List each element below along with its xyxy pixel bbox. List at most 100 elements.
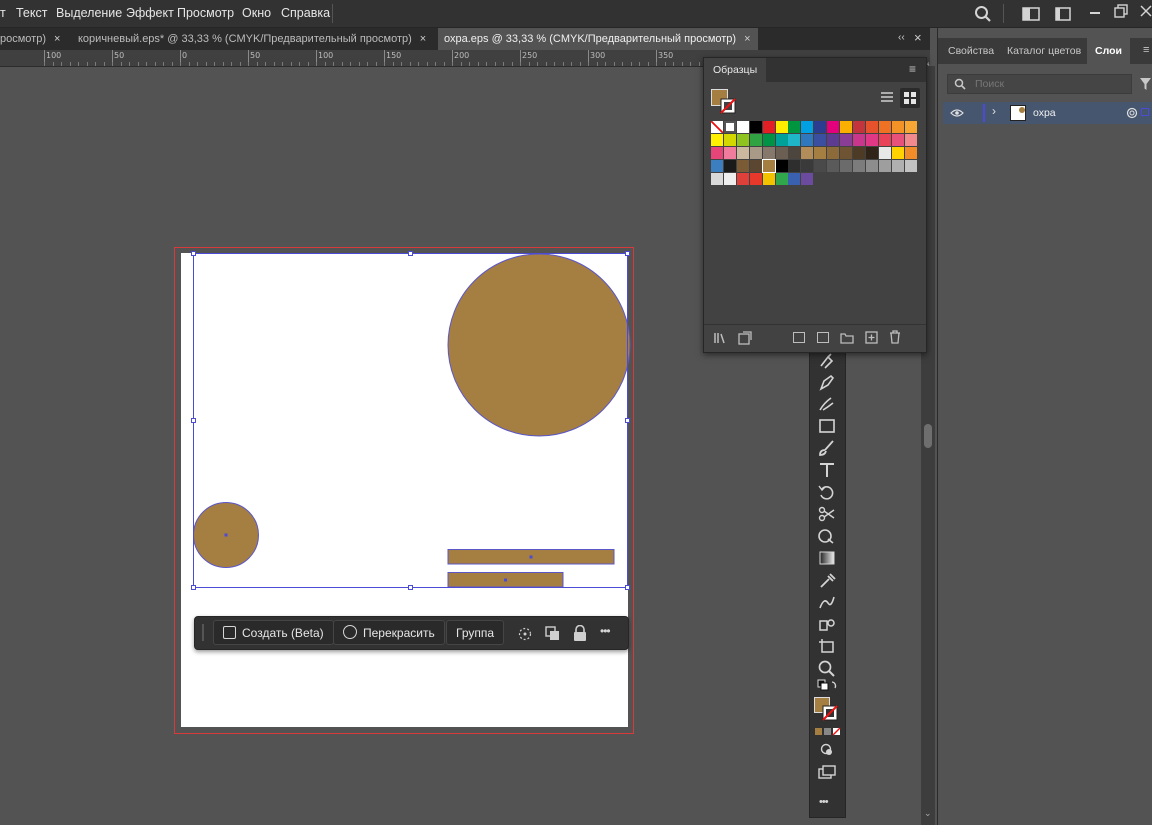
expand-layer-icon[interactable]: › — [992, 104, 996, 118]
blob-brush-icon[interactable] — [816, 395, 838, 413]
panel-menu-icon[interactable]: ≡ — [1143, 44, 1149, 56]
layers-search-field[interactable]: Поиск — [947, 74, 1132, 94]
color-swatch[interactable] — [852, 146, 865, 159]
recolor-button[interactable]: Перекрасить — [333, 620, 445, 645]
color-swatch[interactable] — [762, 133, 775, 146]
workspace-icon[interactable] — [1022, 7, 1040, 21]
color-swatch[interactable] — [775, 172, 788, 185]
selected-color-swatch[interactable] — [761, 158, 776, 173]
none-swatch[interactable] — [711, 121, 723, 133]
rotate-tool-icon[interactable] — [816, 483, 838, 501]
group-button[interactable]: Группа — [446, 620, 505, 645]
color-swatch[interactable] — [814, 121, 827, 133]
color-swatch[interactable] — [801, 146, 814, 159]
color-swatch[interactable] — [904, 159, 917, 172]
color-swatch[interactable] — [788, 133, 801, 146]
panel-menu-icon[interactable]: ≡ — [909, 62, 916, 76]
edit-toolbar-icon[interactable]: ••• — [819, 796, 829, 808]
color-swatch[interactable] — [891, 121, 904, 133]
color-swatch[interactable] — [878, 146, 891, 159]
more-options-icon[interactable]: ••• — [600, 624, 611, 638]
color-swatch[interactable] — [840, 133, 852, 146]
minimize-icon[interactable] — [1090, 12, 1100, 14]
color-mode-icons[interactable] — [815, 727, 841, 737]
color-swatch[interactable] — [827, 133, 840, 146]
color-swatch[interactable] — [711, 146, 723, 159]
color-swatch[interactable] — [788, 159, 801, 172]
color-swatch[interactable] — [827, 159, 840, 172]
curvature-tool-icon[interactable] — [816, 351, 838, 369]
color-swatch[interactable] — [827, 146, 840, 159]
search-icon[interactable] — [974, 5, 992, 23]
color-swatch[interactable] — [749, 172, 762, 185]
grid-view-button[interactable] — [900, 88, 920, 108]
large-circle[interactable] — [447, 253, 631, 437]
color-swatch[interactable] — [827, 121, 840, 133]
color-swatch[interactable] — [852, 133, 865, 146]
new-color-group-icon[interactable] — [840, 331, 854, 344]
color-swatch[interactable] — [801, 121, 814, 133]
gradient-tool-icon[interactable] — [816, 549, 838, 567]
stroke-none-icon[interactable] — [822, 705, 838, 721]
color-swatch[interactable] — [891, 146, 904, 159]
color-swatch[interactable] — [749, 133, 762, 146]
blend-tool-icon[interactable] — [816, 593, 838, 611]
color-swatch[interactable] — [904, 121, 917, 133]
color-swatch[interactable] — [775, 121, 788, 133]
color-swatch[interactable] — [814, 146, 827, 159]
transform-each-icon[interactable] — [517, 626, 533, 642]
selection-indicator[interactable] — [1141, 108, 1149, 116]
generate-beta-button[interactable]: Создать (Beta) — [213, 620, 334, 645]
layer-row[interactable]: › охра — [943, 102, 1152, 124]
color-swatch[interactable] — [878, 133, 891, 146]
swatch-options-icon[interactable] — [793, 332, 805, 343]
registration-swatch[interactable] — [723, 121, 736, 133]
color-swatch[interactable] — [711, 172, 723, 185]
color-swatch[interactable] — [878, 159, 891, 172]
place-swatches-icon[interactable] — [738, 331, 752, 345]
arrange-documents-icon[interactable] — [1055, 7, 1071, 21]
screen-mode-icon[interactable] — [818, 765, 836, 779]
tab-properties[interactable]: Свойства — [948, 38, 994, 64]
color-swatch[interactable] — [723, 159, 736, 172]
color-swatch[interactable] — [723, 146, 736, 159]
delete-swatch-icon[interactable] — [889, 330, 901, 344]
color-swatch[interactable] — [775, 159, 788, 172]
color-swatch[interactable] — [878, 121, 891, 133]
color-swatch[interactable] — [723, 172, 736, 185]
color-swatch[interactable] — [736, 146, 749, 159]
filter-icon[interactable] — [1139, 77, 1152, 91]
color-swatch[interactable] — [840, 159, 852, 172]
rectangle-tool-icon[interactable] — [816, 417, 838, 435]
default-colors-swap-icon[interactable] — [816, 679, 838, 697]
color-swatch[interactable] — [904, 133, 917, 146]
new-swatch-icon[interactable] — [865, 331, 878, 344]
draw-mode-icon[interactable] — [820, 743, 834, 757]
artboard-tool-icon[interactable] — [816, 637, 838, 655]
color-swatch[interactable] — [801, 133, 814, 146]
color-swatch[interactable] — [736, 172, 749, 185]
color-swatch[interactable] — [865, 146, 878, 159]
zoom-tool-icon[interactable] — [816, 659, 838, 677]
color-swatch[interactable] — [788, 146, 801, 159]
color-group-icon[interactable] — [817, 332, 829, 343]
color-swatch[interactable] — [865, 159, 878, 172]
color-swatch[interactable] — [736, 121, 749, 133]
color-swatch[interactable] — [904, 146, 917, 159]
color-swatch[interactable] — [865, 121, 878, 133]
color-swatch[interactable] — [749, 121, 762, 133]
color-swatch[interactable] — [723, 133, 736, 146]
color-swatch[interactable] — [775, 146, 788, 159]
color-swatch[interactable] — [788, 121, 801, 133]
drag-handle[interactable] — [202, 624, 204, 641]
restore-icon[interactable] — [1114, 4, 1128, 18]
color-swatch[interactable] — [749, 159, 762, 172]
tab-layers[interactable]: Слои — [1087, 38, 1130, 64]
color-swatch[interactable] — [852, 121, 865, 133]
pen-tool-icon[interactable] — [816, 373, 838, 391]
scissors-tool-icon[interactable] — [816, 505, 838, 523]
tab-color-catalog[interactable]: Каталог цветов — [1007, 38, 1081, 64]
color-swatch[interactable] — [762, 172, 775, 185]
color-swatch[interactable] — [788, 172, 801, 185]
color-swatch[interactable] — [801, 159, 814, 172]
